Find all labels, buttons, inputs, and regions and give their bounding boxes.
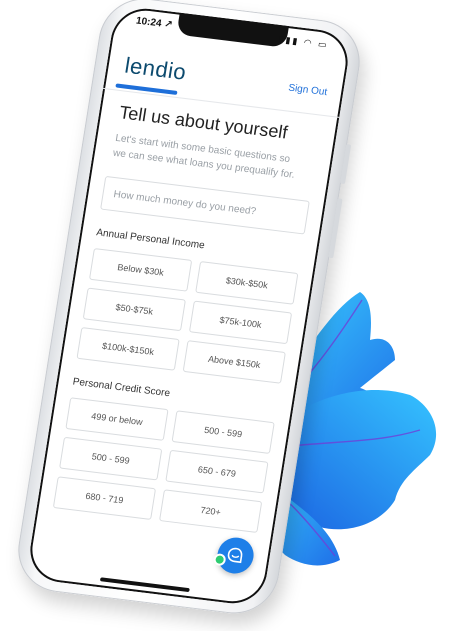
income-option[interactable]: Above $150k <box>182 340 286 384</box>
credit-score-option[interactable]: 499 or below <box>65 397 169 441</box>
credit-score-option[interactable]: 680 - 719 <box>52 476 157 520</box>
signal-wifi-battery-icon: ▮▮▮ ◠ ▭ <box>277 33 330 50</box>
marketing-graphic: 10:24 ↗ ▮▮▮ ◠ ▭ lendio Sign Out Tell us … <box>0 0 458 631</box>
income-option[interactable]: $100k-$150k <box>76 327 180 371</box>
income-option[interactable]: Below $30k <box>88 247 193 292</box>
credit-score-options: 499 or below 500 - 599 500 - 599 650 - 6… <box>52 397 275 534</box>
credit-score-option[interactable]: 500 - 599 <box>171 410 275 454</box>
loan-amount-placeholder: How much money do you need? <box>112 188 257 217</box>
credit-score-option[interactable]: 650 - 679 <box>165 449 269 494</box>
chat-bubble-icon <box>227 547 243 564</box>
credit-score-option[interactable]: 720+ <box>159 489 263 534</box>
status-time: 10:24 ↗ <box>135 15 174 31</box>
online-status-dot <box>212 552 227 567</box>
credit-score-option[interactable]: 500 - 599 <box>59 436 163 481</box>
sign-out-link[interactable]: Sign Out <box>288 83 328 99</box>
loan-amount-input[interactable]: How much money do you need? <box>100 175 310 235</box>
income-option[interactable]: $50-$75k <box>82 287 186 332</box>
income-options: Below $30k $30k-$50k $50-$75k $75k-100k … <box>76 247 299 384</box>
income-option[interactable]: $75k-100k <box>188 300 293 345</box>
lendio-logo[interactable]: lendio <box>123 53 188 86</box>
income-option[interactable]: $30k-$50k <box>195 261 299 305</box>
active-tab-indicator <box>115 83 178 95</box>
